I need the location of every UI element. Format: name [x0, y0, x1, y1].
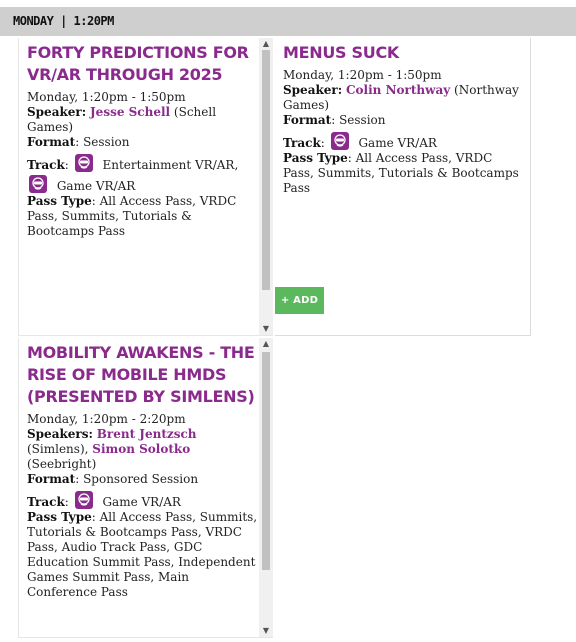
pass-label: Pass Type — [27, 194, 92, 208]
add-button[interactable]: + ADD — [275, 287, 324, 314]
format-line: Format: Session — [27, 135, 259, 150]
scroll-up-arrow-icon[interactable]: ▲ — [259, 38, 273, 50]
speaker-org: (Seebright) — [27, 457, 97, 471]
track-name: Entertainment VR/AR, — [102, 158, 239, 172]
track-line: Track: Game VR/AR — [27, 491, 259, 510]
speakers-label: Speakers: — [27, 427, 93, 441]
session-title[interactable]: MOBILITY AWAKENS - THE RISE OF MOBILE HM… — [27, 342, 259, 408]
session-title[interactable]: MENUS SUCK — [283, 42, 523, 64]
track-name: Game VR/AR — [56, 179, 136, 193]
scroll-thumb[interactable] — [262, 50, 270, 290]
session-time: Monday, 1:20pm - 1:50pm — [283, 68, 442, 82]
scrollbar[interactable]: ▲ ▼ — [259, 338, 273, 637]
session-card: FORTY PREDICTIONS FOR VR/AR THROUGH 2025… — [18, 38, 273, 336]
session-time: Monday, 1:20pm - 1:50pm — [27, 90, 186, 104]
speaker-link[interactable]: Colin Northway — [346, 83, 450, 97]
speaker-label: Speaker: — [283, 83, 343, 97]
format-label: Format — [27, 135, 76, 149]
scrollbar[interactable]: ▲ ▼ — [259, 38, 273, 335]
scroll-thumb[interactable] — [262, 352, 270, 570]
pass-line: Pass Type: All Access Pass, VRDC Pass, S… — [27, 194, 259, 239]
speaker-line: Speaker: Jesse Schell (Schell Games) — [27, 105, 259, 135]
vr-headset-icon — [330, 132, 349, 150]
scroll-down-arrow-icon[interactable]: ▼ — [259, 625, 273, 637]
pass-label: Pass Type — [27, 510, 92, 524]
track-name: Game VR/AR — [102, 495, 181, 509]
speaker-link[interactable]: Brent Jentzsch — [97, 427, 197, 441]
format-label: Format — [283, 113, 332, 127]
track-label: Track — [27, 495, 65, 509]
speaker-link[interactable]: Jesse Schell — [90, 105, 170, 119]
pass-label: Pass Type — [283, 151, 348, 165]
speaker-link[interactable]: Simon Solotko — [92, 442, 190, 456]
format-line: Format: Session — [283, 113, 523, 128]
vr-headset-icon — [29, 175, 47, 193]
session-card: MOBILITY AWAKENS - THE RISE OF MOBILE HM… — [18, 338, 273, 638]
pass-line: Pass Type: All Access Pass, Summits, Tut… — [27, 510, 259, 600]
track-name: Game VR/AR — [358, 136, 437, 150]
speaker-line: Speaker: Colin Northway (Northway Games) — [283, 83, 523, 113]
session-time: Monday, 1:20pm - 2:20pm — [27, 412, 186, 426]
format-value: : Sponsored Session — [75, 472, 199, 486]
format-value: : Session — [75, 135, 130, 149]
track-line-2: Game VR/AR — [27, 175, 259, 194]
track-label: Track — [27, 158, 65, 172]
scroll-down-arrow-icon[interactable]: ▼ — [259, 323, 273, 335]
speaker-line: Speakers: Brent Jentzsch (Simlens), Simo… — [27, 427, 259, 472]
format-value: : Session — [331, 113, 386, 127]
track-line: Track: Game VR/AR — [283, 132, 523, 151]
time-slot-header: MONDAY | 1:20PM — [0, 7, 576, 36]
vr-headset-icon — [74, 491, 93, 509]
session-title[interactable]: FORTY PREDICTIONS FOR VR/AR THROUGH 2025 — [27, 42, 259, 86]
speaker-org: (Simlens), — [27, 442, 89, 456]
track-line: Track: Entertainment VR/AR, — [27, 154, 259, 173]
vr-headset-icon — [74, 154, 93, 172]
scroll-up-arrow-icon[interactable]: ▲ — [259, 338, 273, 350]
speaker-label: Speaker: — [27, 105, 87, 119]
track-label: Track — [283, 136, 321, 150]
pass-line: Pass Type: All Access Pass, VRDC Pass, S… — [283, 151, 523, 196]
format-line: Format: Sponsored Session — [27, 472, 259, 487]
format-label: Format — [27, 472, 76, 486]
